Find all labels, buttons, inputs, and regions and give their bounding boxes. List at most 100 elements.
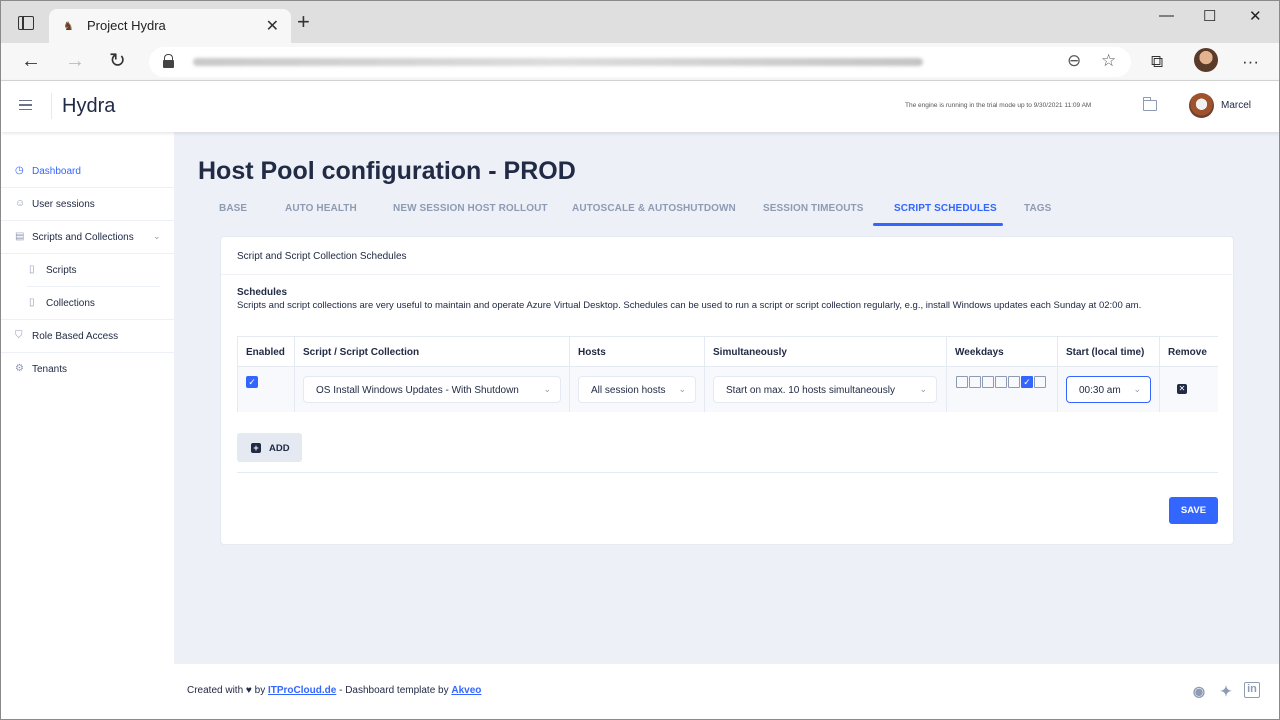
hydra-favicon-icon: ♞	[63, 19, 74, 33]
weekday-checkbox-1[interactable]	[956, 376, 968, 388]
column-header: Weekdays	[947, 337, 1058, 367]
github-icon[interactable]: ◉	[1190, 682, 1208, 700]
sidebar-item-label: Collections	[46, 298, 95, 309]
chevron-down-icon: ⌄	[543, 384, 551, 394]
collections-icon[interactable]: ⧉	[1151, 52, 1163, 72]
schedules-card: Script and Script Collection Schedules S…	[220, 236, 1235, 545]
column-header: Start (local time)	[1058, 337, 1160, 367]
sidebar-item-label: Scripts	[46, 265, 77, 276]
sidebar-item-user-sessions[interactable]: ☺ User sessions	[1, 188, 174, 221]
weekday-checkbox-2[interactable]	[969, 376, 981, 388]
sidebar-item-label: Dashboard	[32, 166, 81, 177]
column-header: Hosts	[570, 337, 705, 367]
column-header: Remove	[1160, 337, 1218, 367]
tab-auto-health[interactable]: AUTO HEALTH	[285, 203, 357, 214]
script-select-value: OS Install Windows Updates - With Shutdo…	[316, 385, 519, 396]
blurred-url	[193, 58, 923, 66]
sidebar-item-tenants[interactable]: ⚙ Tenants	[1, 353, 174, 386]
user-name[interactable]: Marcel	[1221, 100, 1251, 111]
tab-actions-icon[interactable]	[18, 16, 34, 30]
back-button[interactable]: ←	[21, 50, 41, 72]
tab-base[interactable]: BASE	[219, 203, 247, 214]
section-title: Schedules	[237, 287, 288, 298]
simultaneously-cell: Start on max. 10 hosts simultaneously ⌄	[705, 367, 947, 412]
plus-icon: +	[251, 443, 261, 453]
more-icon[interactable]: ···	[1242, 52, 1259, 72]
sidebar-item-scripts-and-collections[interactable]: ▤ Scripts and Collections ⌄	[1, 221, 174, 254]
hosts-select[interactable]: All session hosts ⌄	[578, 376, 696, 403]
chevron-down-icon: ⌄	[919, 384, 927, 394]
weekday-checkbox-5[interactable]	[1008, 376, 1020, 388]
chevron-down-icon: ⌄	[678, 384, 686, 394]
browser-tab-strip: ♞ Project Hydra ✕ + — ☐ ✕	[1, 1, 1279, 43]
browser-window: ♞ Project Hydra ✕ + — ☐ ✕ ← → ↻ ⊖ ☆ ⧉ ··…	[0, 0, 1280, 720]
simultaneously-select[interactable]: Start on max. 10 hosts simultaneously ⌄	[713, 376, 937, 403]
settings-icon: ⚙	[15, 363, 24, 374]
start-time-cell: 00:30 am ⌄	[1058, 367, 1160, 412]
start-time-value: 00:30 am	[1079, 385, 1121, 396]
card-header-title: Script and Script Collection Schedules	[237, 251, 407, 262]
tab-new-session-host-rollout[interactable]: NEW SESSION HOST ROLLOUT	[393, 203, 548, 214]
new-tab-button[interactable]: +	[297, 11, 310, 33]
archive-icon: ▤	[15, 231, 25, 242]
save-button[interactable]: SAVE	[1169, 497, 1218, 524]
menu-toggle-icon[interactable]	[19, 100, 32, 110]
akveo-link[interactable]: Akveo	[451, 685, 481, 696]
add-button-label: ADD	[269, 443, 290, 454]
tab-tags[interactable]: TAGS	[1024, 203, 1051, 214]
sidebar-item-label: Tenants	[32, 364, 68, 375]
forward-button[interactable]: →	[65, 50, 85, 72]
start-time-select[interactable]: 00:30 am ⌄	[1066, 376, 1151, 403]
divider	[237, 472, 1218, 473]
linkedin-icon[interactable]: in	[1244, 682, 1260, 698]
footer-middle: - Dashboard template by	[336, 685, 452, 696]
sidebar-item-scripts[interactable]: ▯ Scripts	[1, 254, 174, 287]
footer: Created with ♥ by ITProCloud.de - Dashbo…	[174, 663, 1279, 719]
tab-session-timeouts[interactable]: SESSION TIMEOUTS	[763, 203, 864, 214]
favorite-star-icon[interactable]: ☆	[1101, 51, 1116, 71]
file-icon: ▯	[29, 297, 35, 308]
hosts-select-value: All session hosts	[591, 385, 666, 396]
folder-icon[interactable]	[1143, 97, 1157, 111]
maximize-button[interactable]: ☐	[1203, 7, 1216, 25]
sidebar-item-role-based-access[interactable]: ⛉ Role Based Access	[1, 320, 174, 353]
weekday-checkbox-6[interactable]: ✓	[1021, 376, 1033, 388]
column-header: Enabled	[238, 337, 295, 367]
tab-autoscale-autoshutdown[interactable]: AUTOSCALE & AUTOSHUTDOWN	[572, 203, 736, 214]
reload-button[interactable]: ↻	[109, 50, 126, 72]
window-close-button[interactable]: ✕	[1249, 7, 1262, 25]
twitter-icon[interactable]: ✦	[1217, 682, 1235, 700]
weekday-checkbox-3[interactable]	[982, 376, 994, 388]
enabled-checkbox[interactable]: ✓	[246, 376, 258, 388]
script-select[interactable]: OS Install Windows Updates - With Shutdo…	[303, 376, 561, 403]
tab-script-schedules[interactable]: SCRIPT SCHEDULES	[894, 203, 997, 214]
sidebar-item-dashboard[interactable]: ◷ Dashboard	[1, 155, 174, 188]
header-divider	[51, 93, 52, 119]
profile-avatar[interactable]	[1194, 48, 1218, 72]
browser-tab[interactable]: ♞ Project Hydra ✕	[49, 9, 291, 43]
table-row: ✓	[238, 367, 295, 412]
main-content: Host Pool configuration - PROD BASE AUTO…	[174, 132, 1279, 663]
sidebar-item-collections[interactable]: ▯ Collections	[1, 287, 174, 320]
lock-icon[interactable]	[163, 54, 174, 68]
itprocloud-link[interactable]: ITProCloud.de	[268, 685, 336, 696]
minimize-button[interactable]: —	[1159, 7, 1174, 24]
column-header: Simultaneously	[705, 337, 947, 367]
section-description: Scripts and script collections are very …	[237, 300, 1142, 311]
users-icon: ☺	[15, 198, 26, 209]
user-avatar[interactable]	[1189, 93, 1214, 118]
footer-prefix: Created with ♥ by	[187, 685, 268, 696]
remove-row-button[interactable]: ✕	[1177, 384, 1187, 394]
weekday-checkbox-7[interactable]	[1034, 376, 1046, 388]
sidebar-item-label: User sessions	[32, 199, 95, 210]
brand-title[interactable]: Hydra	[62, 95, 115, 118]
weekday-checkbox-4[interactable]	[995, 376, 1007, 388]
zoom-out-icon[interactable]: ⊖	[1067, 51, 1081, 71]
weekdays-cell: ✓	[947, 367, 1058, 412]
tab-close-icon[interactable]: ✕	[266, 16, 279, 36]
browser-tab-title: Project Hydra	[87, 18, 166, 33]
address-bar[interactable]: ⊖ ☆	[149, 47, 1131, 77]
add-schedule-button[interactable]: + ADD	[237, 433, 302, 462]
chevron-down-icon[interactable]: ⌄	[153, 231, 161, 242]
app-header: Hydra The engine is running in the trial…	[1, 81, 1279, 132]
